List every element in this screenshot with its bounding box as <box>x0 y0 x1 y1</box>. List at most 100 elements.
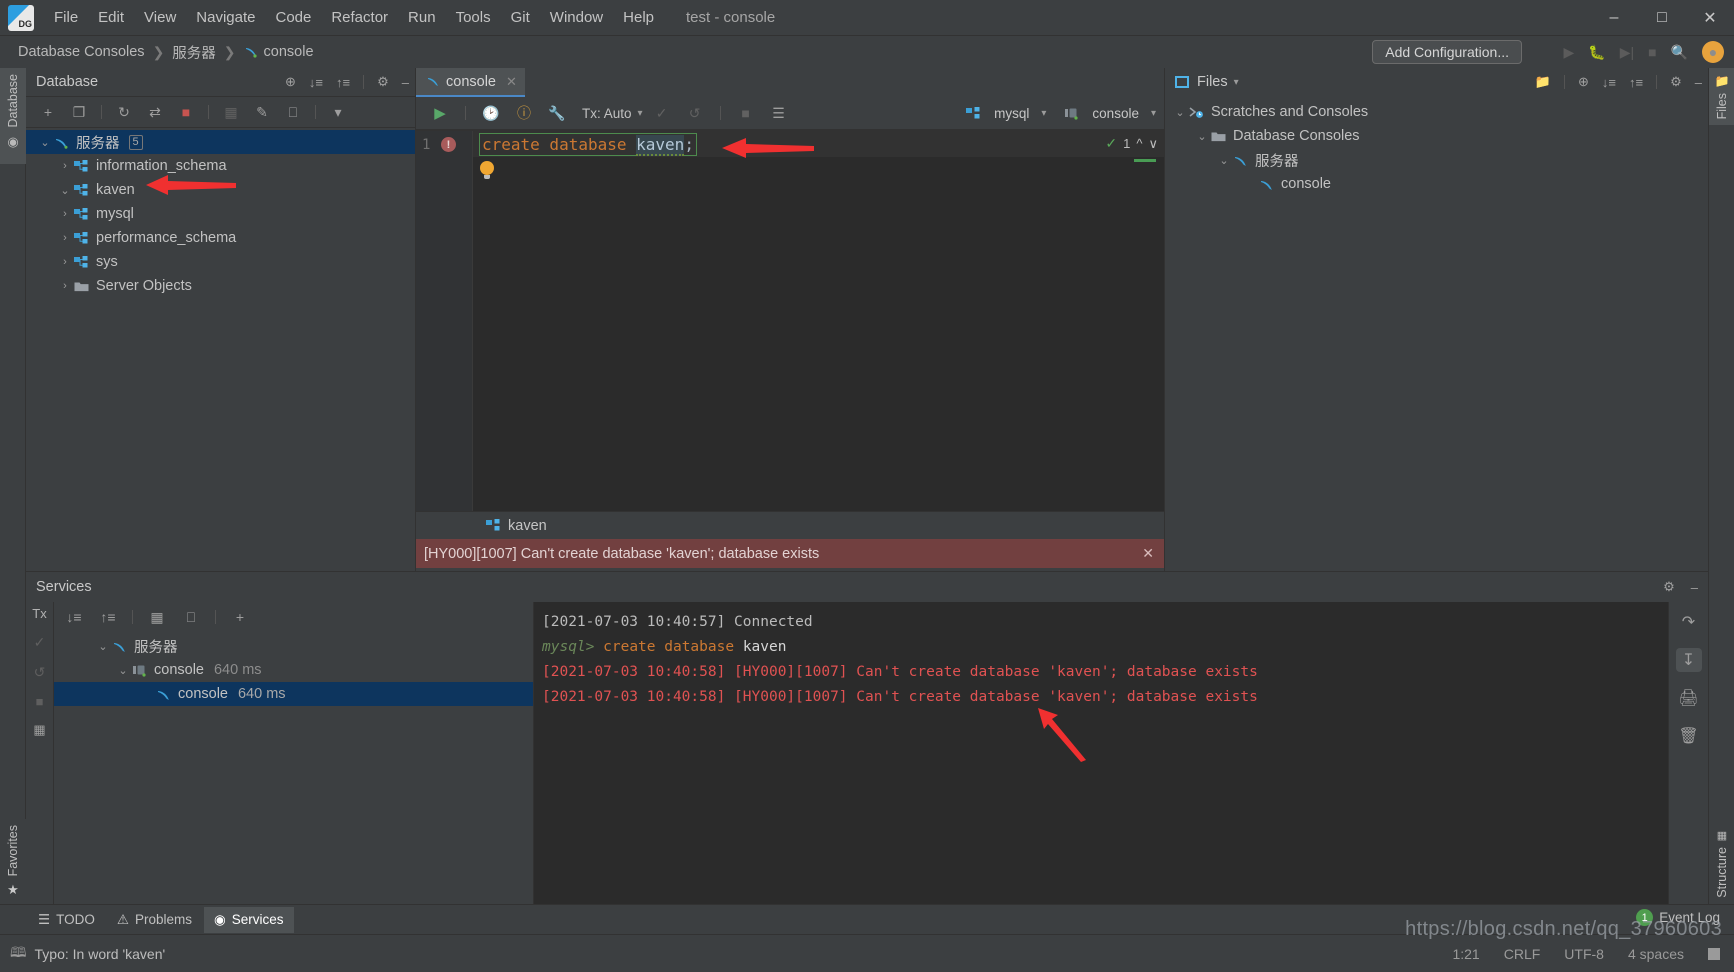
tree-node-files-console[interactable]: console <box>1165 172 1708 196</box>
error-marker-icon[interactable]: ! <box>441 137 456 152</box>
hide-panel-icon[interactable]: – <box>1695 75 1702 90</box>
menu-tools[interactable]: Tools <box>446 5 501 30</box>
output-format-icon[interactable]: ☰ <box>765 101 793 125</box>
locate-icon[interactable]: ⊕ <box>285 74 296 90</box>
tree-node-database-consoles[interactable]: ⌄ Database Consoles <box>1165 124 1708 148</box>
group-by-icon[interactable]: ▦ <box>143 605 171 629</box>
query-console-icon[interactable]: ⎕ <box>279 100 307 124</box>
expand-arrow-icon[interactable]: ⌄ <box>56 184 74 197</box>
print-icon[interactable]: 🖨 <box>1676 686 1702 710</box>
view-layout-icon[interactable]: ⎕ <box>177 605 205 629</box>
hide-panel-icon[interactable]: – <box>1691 580 1698 595</box>
expand-arrow-icon[interactable]: ⌄ <box>1193 130 1211 143</box>
collapse-all-icon[interactable]: ↑≡ <box>336 75 350 90</box>
chevron-down-icon[interactable]: ▾ <box>1234 77 1239 88</box>
file-encoding[interactable]: UTF-8 <box>1564 946 1604 962</box>
parameters-icon[interactable]: ⓘ <box>510 101 538 125</box>
grid-icon[interactable]: ▦ <box>33 722 45 738</box>
settings-gear-icon[interactable]: ⚙ <box>1663 579 1675 595</box>
menu-edit[interactable]: Edit <box>88 5 134 30</box>
menu-run[interactable]: Run <box>398 5 446 30</box>
line-separator[interactable]: CRLF <box>1504 946 1541 962</box>
services-node-server[interactable]: ⌄ 服务器 <box>54 634 533 658</box>
hide-panel-icon[interactable]: – <box>402 75 409 90</box>
result-tab[interactable]: kaven <box>416 511 1164 539</box>
tab-console[interactable]: console ✕ <box>416 68 525 97</box>
breadcrumb-item-2[interactable]: console <box>264 44 314 60</box>
stop-icon[interactable]: ■ <box>1648 44 1656 60</box>
next-problem-icon[interactable]: ∨ <box>1148 136 1158 152</box>
expand-arrow-icon[interactable]: › <box>56 280 74 292</box>
expand-arrow-icon[interactable]: ⌄ <box>114 664 132 677</box>
expand-all-icon[interactable]: ↓≡ <box>60 605 88 629</box>
intention-bulb-icon[interactable] <box>480 161 494 179</box>
expand-arrow-icon[interactable]: ⌄ <box>1215 154 1233 167</box>
tree-node-performance-schema[interactable]: › performance_schema <box>26 226 415 250</box>
settings-gear-icon[interactable]: ⚙ <box>1670 74 1682 90</box>
breadcrumb-item-1[interactable]: 服务器 <box>172 42 216 63</box>
clear-all-icon[interactable]: 🗑 <box>1676 724 1702 748</box>
menu-help[interactable]: Help <box>613 5 664 30</box>
lock-icon[interactable] <box>1708 947 1720 960</box>
filter-icon[interactable]: ▾ <box>324 100 352 124</box>
menu-view[interactable]: View <box>134 5 186 30</box>
execute-icon[interactable]: ▶ <box>426 101 454 125</box>
coverage-icon[interactable]: ▶| <box>1620 44 1634 61</box>
commit-icon[interactable]: ✓ <box>34 634 46 651</box>
locate-icon[interactable]: ⊕ <box>1578 74 1589 90</box>
tree-node-server[interactable]: ⌄ 服务器 5 <box>26 130 415 154</box>
stop-icon[interactable]: ■ <box>36 694 44 709</box>
rail-tab-files[interactable]: 📁 Files <box>1709 68 1734 126</box>
indent-setting[interactable]: 4 spaces <box>1628 946 1684 962</box>
duplicate-icon[interactable]: ❐ <box>65 100 93 124</box>
search-icon[interactable]: 🔍 <box>1671 44 1688 61</box>
close-icon[interactable]: ✕ <box>1142 545 1154 562</box>
refresh-icon[interactable]: ↻ <box>110 100 138 124</box>
session-selector[interactable]: console ▾ <box>1064 106 1156 121</box>
rail-tab-structure[interactable]: ▦ Structure <box>1709 823 1734 904</box>
menu-file[interactable]: File <box>44 5 88 30</box>
collapse-all-icon[interactable]: ↑≡ <box>94 605 122 629</box>
settings-gear-icon[interactable]: ⚙ <box>377 74 389 90</box>
close-button[interactable]: ✕ <box>1686 0 1734 36</box>
expand-arrow-icon[interactable]: ⌄ <box>94 640 112 653</box>
rollback-icon[interactable]: ↺ <box>681 101 709 125</box>
menu-navigate[interactable]: Navigate <box>186 5 265 30</box>
menu-window[interactable]: Window <box>540 5 613 30</box>
tree-node-information-schema[interactable]: › information_schema <box>26 154 415 178</box>
expand-arrow-icon[interactable]: ⌄ <box>36 136 54 149</box>
stop-query-icon[interactable]: ■ <box>732 101 760 125</box>
expand-arrow-icon[interactable]: › <box>56 160 74 172</box>
bottom-tab-problems[interactable]: ⚠ Problems <box>107 907 202 933</box>
scroll-to-end-icon[interactable]: ↧ <box>1675 648 1702 672</box>
expand-all-icon[interactable]: ↓≡ <box>309 75 323 90</box>
rail-tab-favorites[interactable]: Favorites ★ <box>0 818 26 904</box>
services-node-console[interactable]: ⌄ console 640 ms <box>54 658 533 682</box>
add-icon[interactable]: + <box>226 605 254 629</box>
tree-node-sys[interactable]: › sys <box>26 250 415 274</box>
modify-icon[interactable]: ✎ <box>248 100 276 124</box>
expand-arrow-icon[interactable]: › <box>56 232 74 244</box>
soft-wrap-icon[interactable]: ↷ <box>1676 610 1702 634</box>
rail-tab-database[interactable]: Database ◉ <box>0 68 26 164</box>
sync-icon[interactable]: ⇄ <box>141 100 169 124</box>
services-output-console[interactable]: [2021-07-03 10:40:57] Connected mysql> c… <box>534 602 1668 904</box>
code-line[interactable]: create database kaven; <box>473 131 1164 157</box>
bottom-tab-services[interactable]: ◉ Services <box>204 906 294 933</box>
tx-mode-selector[interactable]: Tx: Auto ▾ <box>582 106 643 121</box>
commit-icon[interactable]: ✓ <box>648 101 676 125</box>
rollback-icon[interactable]: ↺ <box>34 664 46 681</box>
debug-icon[interactable]: 🐛 <box>1588 44 1605 61</box>
avatar[interactable]: ● <box>1702 41 1724 63</box>
close-icon[interactable]: ✕ <box>506 74 517 90</box>
run-icon[interactable]: ▶ <box>1563 44 1574 61</box>
tree-node-server-objects[interactable]: › Server Objects <box>26 274 415 298</box>
minimize-button[interactable]: – <box>1590 0 1638 36</box>
expand-arrow-icon[interactable]: ⌄ <box>1171 106 1189 119</box>
services-node-console-child[interactable]: console 640 ms <box>54 682 533 706</box>
tree-node-scratches[interactable]: ⌄ Scratches and Consoles <box>1165 100 1708 124</box>
tx-label[interactable]: Tx <box>32 606 46 621</box>
add-configuration-button[interactable]: Add Configuration... <box>1372 40 1522 64</box>
table-data-icon[interactable]: ▦ <box>217 100 245 124</box>
tree-node-mysql[interactable]: › mysql <box>26 202 415 226</box>
